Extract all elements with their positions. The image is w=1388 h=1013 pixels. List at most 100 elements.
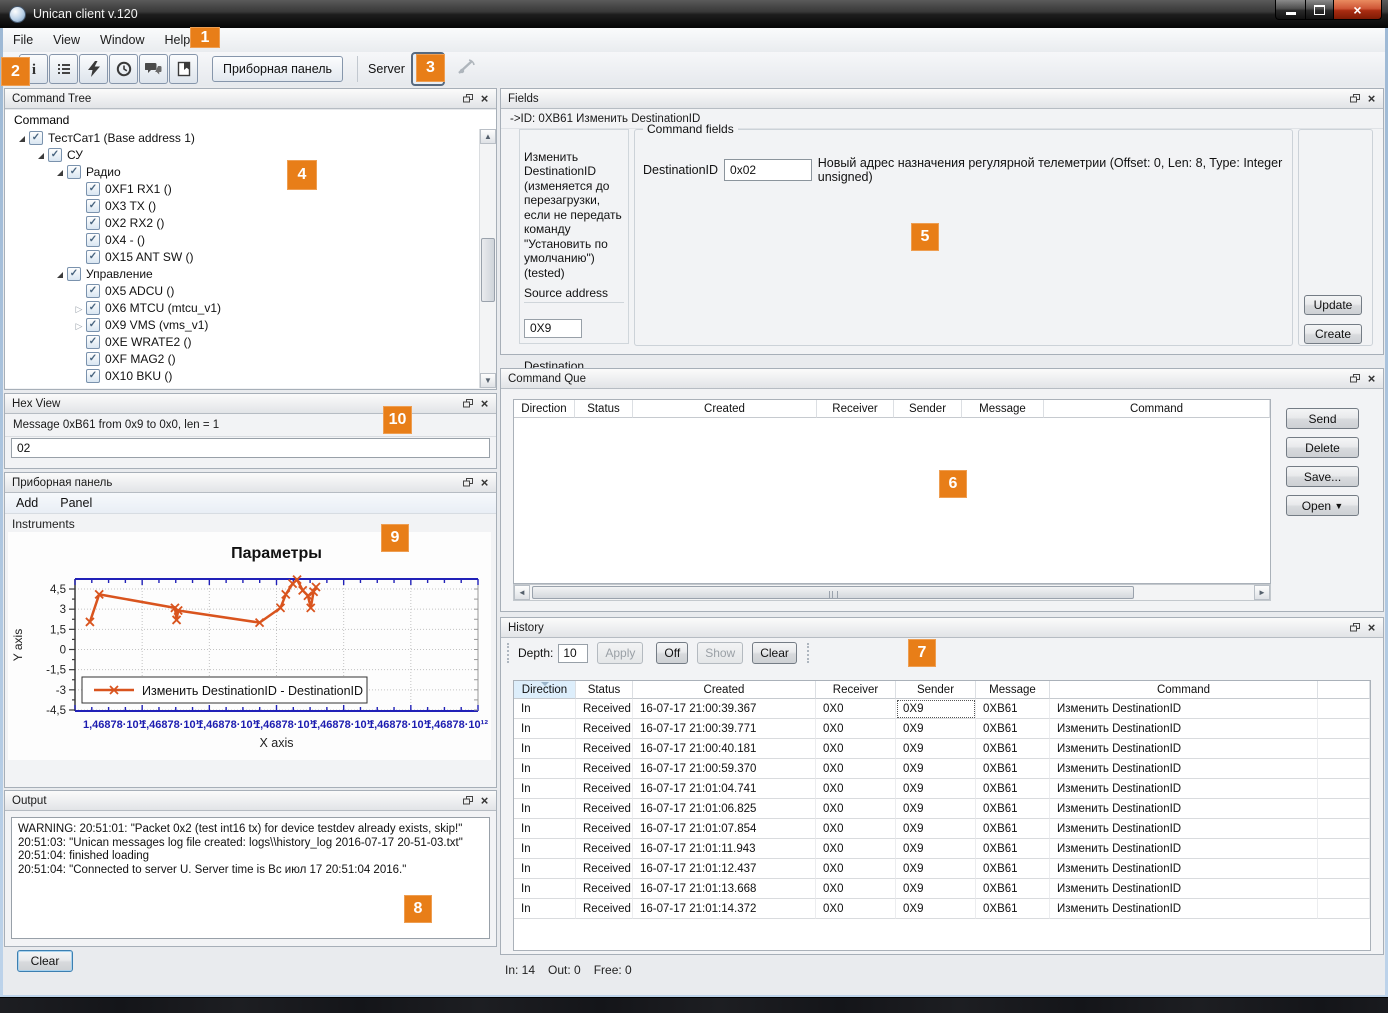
scroll-left-icon[interactable]: ◄ <box>514 585 530 600</box>
float-icon[interactable] <box>1347 621 1362 635</box>
toolbar-grip[interactable] <box>507 643 512 663</box>
table-cell[interactable]: In <box>514 899 576 919</box>
command-tree-header[interactable]: Command Tree × <box>5 89 496 109</box>
tree-checkbox[interactable]: ✓ <box>67 267 81 281</box>
table-cell[interactable]: 16-07-17 21:01:13.668 <box>633 879 816 899</box>
table-cell[interactable]: 0X9 <box>896 779 976 799</box>
maximize-button[interactable] <box>1306 0 1333 20</box>
float-icon[interactable] <box>460 476 475 490</box>
hex-value-input[interactable]: 02 <box>11 438 490 458</box>
dashboard-toggle-button[interactable]: Приборная панель <box>212 56 343 82</box>
column-header-status[interactable]: Status <box>576 681 633 699</box>
tree-checkbox[interactable]: ✓ <box>67 165 81 179</box>
table-cell[interactable]: 0X9 <box>896 819 976 839</box>
tree-column-header[interactable]: Command <box>5 109 496 131</box>
table-cell[interactable]: 0X0 <box>816 699 896 719</box>
tree-checkbox[interactable]: ✓ <box>86 352 100 366</box>
table-cell[interactable]: 0X9 <box>896 719 976 739</box>
expanded-icon[interactable] <box>53 267 67 281</box>
table-cell[interactable]: 0X9 <box>896 739 976 759</box>
column-header-command[interactable]: Command <box>1050 681 1318 699</box>
table-cell[interactable]: 16-07-17 21:01:11.943 <box>633 839 816 859</box>
tree-node[interactable]: ✓0X4 - () <box>5 231 480 248</box>
table-cell[interactable]: Received <box>576 759 633 779</box>
table-cell[interactable]: 16-07-17 21:00:40.181 <box>633 739 816 759</box>
table-cell[interactable]: 16-07-17 21:00:39.771 <box>633 719 816 739</box>
table-cell[interactable]: 0X9 <box>896 879 976 899</box>
close-icon[interactable]: × <box>477 397 492 411</box>
table-cell[interactable]: 0XB61 <box>976 739 1050 759</box>
tree-checkbox[interactable]: ✓ <box>86 182 100 196</box>
tree-checkbox[interactable]: ✓ <box>86 318 100 332</box>
close-icon[interactable]: × <box>1364 621 1379 635</box>
dashboard-menu-add[interactable]: Add <box>5 494 49 512</box>
close-icon[interactable]: × <box>1364 372 1379 386</box>
tree-node[interactable]: ✓0X3 TX () <box>5 197 480 214</box>
table-cell[interactable]: 16-07-17 21:00:59.370 <box>633 759 816 779</box>
show-button[interactable]: Show <box>697 642 743 664</box>
table-cell[interactable]: 0XB61 <box>976 899 1050 919</box>
dashboard-menu-panel[interactable]: Panel <box>49 494 103 512</box>
table-row[interactable]: InReceived16-07-17 21:01:13.6680X00X90XB… <box>514 879 1370 899</box>
taskbar[interactable] <box>0 997 1388 1013</box>
collapse-icon[interactable]: ▷ <box>72 318 86 332</box>
command-queue-header[interactable]: Command Que × <box>501 369 1383 389</box>
table-cell[interactable]: Received <box>576 739 633 759</box>
table-cell[interactable] <box>1318 719 1370 739</box>
off-button[interactable]: Off <box>656 642 688 664</box>
table-cell[interactable]: In <box>514 879 576 899</box>
table-cell[interactable]: Изменить DestinationID <box>1050 719 1318 739</box>
tree-node[interactable]: ✓ТестСат1 (Base address 1) <box>5 129 480 146</box>
table-row[interactable]: InReceived16-07-17 21:01:04.7410X00X90XB… <box>514 779 1370 799</box>
source-address-input[interactable]: 0X9 <box>524 319 582 338</box>
table-cell[interactable]: 0X0 <box>816 779 896 799</box>
table-cell[interactable]: In <box>514 799 576 819</box>
table-cell[interactable]: 16-07-17 21:01:04.741 <box>633 779 816 799</box>
apply-button[interactable]: Apply <box>597 642 643 664</box>
tree-checkbox[interactable]: ✓ <box>48 148 62 162</box>
table-cell[interactable]: 16-07-17 21:01:06.825 <box>633 799 816 819</box>
table-cell[interactable]: 0X0 <box>816 739 896 759</box>
history-clear-button[interactable]: Clear <box>752 642 797 664</box>
tree-checkbox[interactable]: ✓ <box>86 369 100 383</box>
tree-checkbox[interactable]: ✓ <box>86 216 100 230</box>
table-cell[interactable]: 0X0 <box>816 899 896 919</box>
table-cell[interactable]: In <box>514 819 576 839</box>
column-header-sender[interactable]: Sender <box>894 400 962 418</box>
table-row[interactable]: InReceived16-07-17 21:01:12.4370X00X90XB… <box>514 859 1370 879</box>
table-cell[interactable]: 0XB61 <box>976 879 1050 899</box>
table-cell[interactable]: Изменить DestinationID <box>1050 839 1318 859</box>
table-row[interactable]: InReceived16-07-17 21:01:14.3720X00X90XB… <box>514 899 1370 919</box>
table-row[interactable]: InReceived16-07-17 21:01:11.9430X00X90XB… <box>514 839 1370 859</box>
table-cell[interactable]: In <box>514 699 576 719</box>
table-cell[interactable]: 0X0 <box>816 879 896 899</box>
hex-view-header[interactable]: Hex View × <box>5 394 496 414</box>
tree-checkbox[interactable]: ✓ <box>29 131 43 145</box>
tree-node[interactable]: ✓Управление <box>5 265 480 282</box>
table-cell[interactable]: In <box>514 759 576 779</box>
table-cell[interactable]: 16-07-17 21:01:14.372 <box>633 899 816 919</box>
column-header-filler[interactable] <box>1318 681 1370 699</box>
open-button[interactable]: Open ▼ <box>1286 495 1359 516</box>
table-cell[interactable]: Received <box>576 899 633 919</box>
table-cell[interactable]: Изменить DestinationID <box>1050 699 1318 719</box>
float-icon[interactable] <box>460 794 475 808</box>
depth-input[interactable]: 10 <box>558 644 588 663</box>
tree-node[interactable]: ✓СУ <box>5 146 480 163</box>
close-icon[interactable]: × <box>477 92 492 106</box>
float-icon[interactable] <box>1347 92 1362 106</box>
table-cell[interactable]: Received <box>576 839 633 859</box>
table-row[interactable]: InReceived16-07-17 21:00:59.3700X00X90XB… <box>514 759 1370 779</box>
table-cell[interactable]: Изменить DestinationID <box>1050 799 1318 819</box>
table-row[interactable]: InReceived16-07-17 21:01:06.8250X00X90XB… <box>514 799 1370 819</box>
destinationid-field-input[interactable]: 0x02 <box>724 159 812 181</box>
table-row[interactable]: InReceived16-07-17 21:00:39.7710X00X90XB… <box>514 719 1370 739</box>
table-cell[interactable]: Received <box>576 799 633 819</box>
table-cell[interactable]: 0X9 <box>896 899 976 919</box>
tree-node[interactable]: ✓0XE WRATE2 () <box>5 333 480 350</box>
table-cell[interactable]: In <box>514 779 576 799</box>
tree-node[interactable]: ✓Радио <box>5 163 480 180</box>
table-cell[interactable]: Изменить DestinationID <box>1050 739 1318 759</box>
table-cell[interactable]: Изменить DestinationID <box>1050 779 1318 799</box>
table-cell[interactable] <box>1318 759 1370 779</box>
